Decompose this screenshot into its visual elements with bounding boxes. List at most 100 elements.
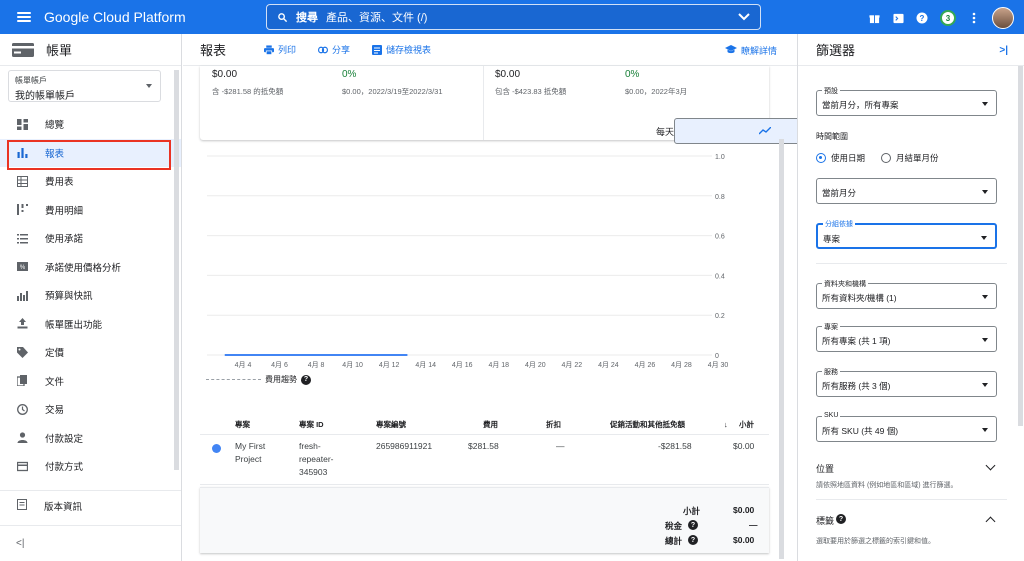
product-logo[interactable]: Google Cloud Platform: [44, 9, 186, 25]
sidebar-item-label: 定價: [45, 348, 65, 360]
collapse-filters-icon[interactable]: >|: [999, 45, 1008, 56]
location-title[interactable]: 位置: [816, 462, 834, 475]
group-by-select[interactable]: 分組依據 專案: [816, 219, 997, 249]
sidebar-item-label: 帳單匯出功能: [45, 319, 103, 331]
print-button[interactable]: 列印: [264, 43, 296, 56]
sidebar-item-commitment-analysis[interactable]: % 承諾使用價格分析: [0, 253, 181, 282]
sidebar-item-overview[interactable]: 總覽: [0, 110, 181, 139]
col-project[interactable]: 專案: [235, 419, 250, 430]
cell-discount: —: [556, 441, 565, 451]
search-input[interactable]: 產品、資源、文件 (/): [326, 9, 738, 25]
sidebar-item-payment-settings[interactable]: 付款設定: [0, 424, 181, 453]
radio-usage-date[interactable]: 使用日期: [816, 152, 865, 164]
help-icon[interactable]: ?: [916, 12, 928, 24]
radio-checked-icon: [816, 153, 826, 163]
budget-icon: [17, 290, 28, 301]
current-cost-period: $0.00，2022/3/19至2022/3/31: [342, 87, 443, 96]
cloud-shell-icon[interactable]: [892, 12, 904, 24]
col-project-id[interactable]: 專案 ID: [299, 419, 324, 430]
help-icon[interactable]: ?: [688, 520, 698, 530]
services-select[interactable]: 服務 所有服務 (共 3 個): [816, 367, 997, 397]
line-chart-icon: [758, 127, 771, 135]
chevron-down-icon[interactable]: [738, 13, 750, 21]
col-cost[interactable]: 費用: [483, 419, 498, 430]
cost-trend-chart: 00.20.40.60.81.0 4月 4 4月 6 4月 8 4月 10 4月 12 4…: [207, 154, 728, 369]
sidebar-item-pricing[interactable]: 定價: [0, 338, 181, 367]
sku-value: 所有 SKU (共 49 個): [822, 426, 899, 436]
save-view-label: 儲存檢視表: [386, 45, 432, 55]
cell-subtotal: $0.00: [733, 441, 755, 451]
x-tick-label: 4月 4: [235, 361, 252, 369]
share-button[interactable]: 分享: [318, 43, 350, 56]
sidebar-item-cost-breakdown[interactable]: 費用明細: [0, 196, 181, 225]
sidebar-item-billing-export[interactable]: 帳單匯出功能: [0, 310, 181, 339]
gift-icon[interactable]: [868, 12, 880, 24]
person-icon: [17, 432, 28, 444]
menu-icon[interactable]: [17, 12, 31, 22]
summary-divider: [483, 66, 484, 140]
x-tick-label: 4月 8: [308, 361, 325, 369]
current-cost-credits: 含 -$281.58 的抵免額: [212, 87, 284, 96]
collapse-sidebar-button[interactable]: <|: [0, 525, 181, 561]
month-select[interactable]: 當前月分: [816, 178, 997, 204]
avatar[interactable]: [992, 7, 1014, 29]
sidebar-item-budgets[interactable]: 預算與快訊: [0, 281, 181, 310]
print-label: 列印: [278, 45, 297, 55]
x-tick-label: 4月 14: [415, 361, 436, 369]
chevron-down-icon[interactable]: [985, 460, 996, 471]
help-icon[interactable]: ?: [688, 535, 698, 545]
cell-id-line1: fresh-: [299, 441, 321, 451]
sku-select[interactable]: SKU 所有 SKU (共 49 個): [816, 412, 997, 442]
forecast-cost-change: 0%: [625, 69, 640, 80]
sidebar-item-payment-methods[interactable]: 付款方式: [0, 452, 181, 481]
search-bar[interactable]: 搜尋 產品、資源、文件 (/): [266, 4, 761, 30]
release-notes-link[interactable]: 版本資訊: [0, 491, 181, 521]
x-tick-label: 4月 18: [488, 361, 509, 369]
projects-select[interactable]: 專案 所有專案 (共 1 項): [816, 322, 997, 352]
radio-invoice-month[interactable]: 月結單月份: [881, 152, 939, 164]
forecast-cost-period: $0.00，2022年3月: [625, 87, 688, 96]
sidebar-nav: 總覽 報表 費用表 費用明細 使用承諾 % 承諾使用價格分析 預算與快訊 帳單匯: [0, 110, 181, 481]
labels-title[interactable]: 標籤: [816, 514, 834, 527]
col-discount[interactable]: 折扣: [546, 419, 561, 430]
sidebar-item-reports[interactable]: 報表: [0, 138, 181, 167]
folders-select[interactable]: 資料夾和機構 所有資料夾/機構 (1): [816, 279, 997, 309]
table-totals: 小計 $0.00 稅金 ? — 總計 ? $0.00: [200, 487, 769, 553]
current-cost-change: 0%: [342, 69, 357, 80]
folders-label: 資料夾和機構: [822, 279, 868, 289]
cell-id-line2: repeater-: [299, 454, 334, 464]
top-app-bar: Google Cloud Platform 搜尋 產品、資源、文件 (/) ? …: [0, 0, 1024, 34]
sidebar-item-cost-table[interactable]: 費用表: [0, 167, 181, 196]
filters-panel: 篩選器 >| 預設 當前月分，所有專案 時間範圍 使用日期 月結單月份 當前月分…: [797, 34, 1024, 561]
table-row[interactable]: My First Project fresh- repeater- 345903…: [200, 435, 769, 485]
chevron-up-icon[interactable]: [985, 516, 996, 527]
link-icon: [318, 45, 329, 55]
more-vert-icon[interactable]: [968, 12, 980, 24]
labels-description: 選取要用於篩選之標籤的索引鍵和值。: [816, 538, 935, 545]
learn-more-link[interactable]: 瞭解詳情: [724, 44, 777, 57]
sidebar-item-transactions[interactable]: 交易: [0, 395, 181, 424]
y-tick-label: 0.2: [715, 313, 725, 320]
dropdown-caret-icon: [982, 190, 988, 194]
billing-account-value: 我的帳單帳戶: [15, 91, 75, 102]
notifications-badge[interactable]: 3: [940, 10, 956, 26]
main-scrollbar[interactable]: [779, 139, 784, 559]
col-project-number[interactable]: 專案編號: [376, 419, 406, 430]
billing-account-select[interactable]: 帳單帳戶 我的帳單帳戶: [8, 70, 161, 102]
preset-select[interactable]: 預設 當前月分，所有專案: [816, 86, 997, 116]
save-view-button[interactable]: 儲存檢視表: [372, 43, 431, 56]
filters-scrollbar[interactable]: [1018, 66, 1023, 426]
bar-chart-icon: [17, 147, 28, 159]
col-credits[interactable]: 促銷活動和其他抵免額: [610, 419, 685, 430]
x-tick-label: 4月 26: [635, 361, 656, 369]
sidebar-scrollbar[interactable]: [174, 70, 179, 470]
sku-label: SKU: [822, 412, 841, 419]
help-icon[interactable]: ?: [301, 374, 311, 385]
sidebar-item-documents[interactable]: 文件: [0, 367, 181, 396]
col-subtotal[interactable]: 小計: [739, 419, 754, 430]
y-tick-label: 1.0: [715, 154, 725, 161]
reports-main: 報表 列印 分享 儲存檢視表 瞭解詳情 $0.00 含 -$281.58 的抵免…: [183, 34, 855, 561]
sort-arrow-icon[interactable]: ↓: [724, 420, 728, 429]
sidebar-item-commitments[interactable]: 使用承諾: [0, 224, 181, 253]
help-icon[interactable]: ?: [836, 514, 846, 524]
